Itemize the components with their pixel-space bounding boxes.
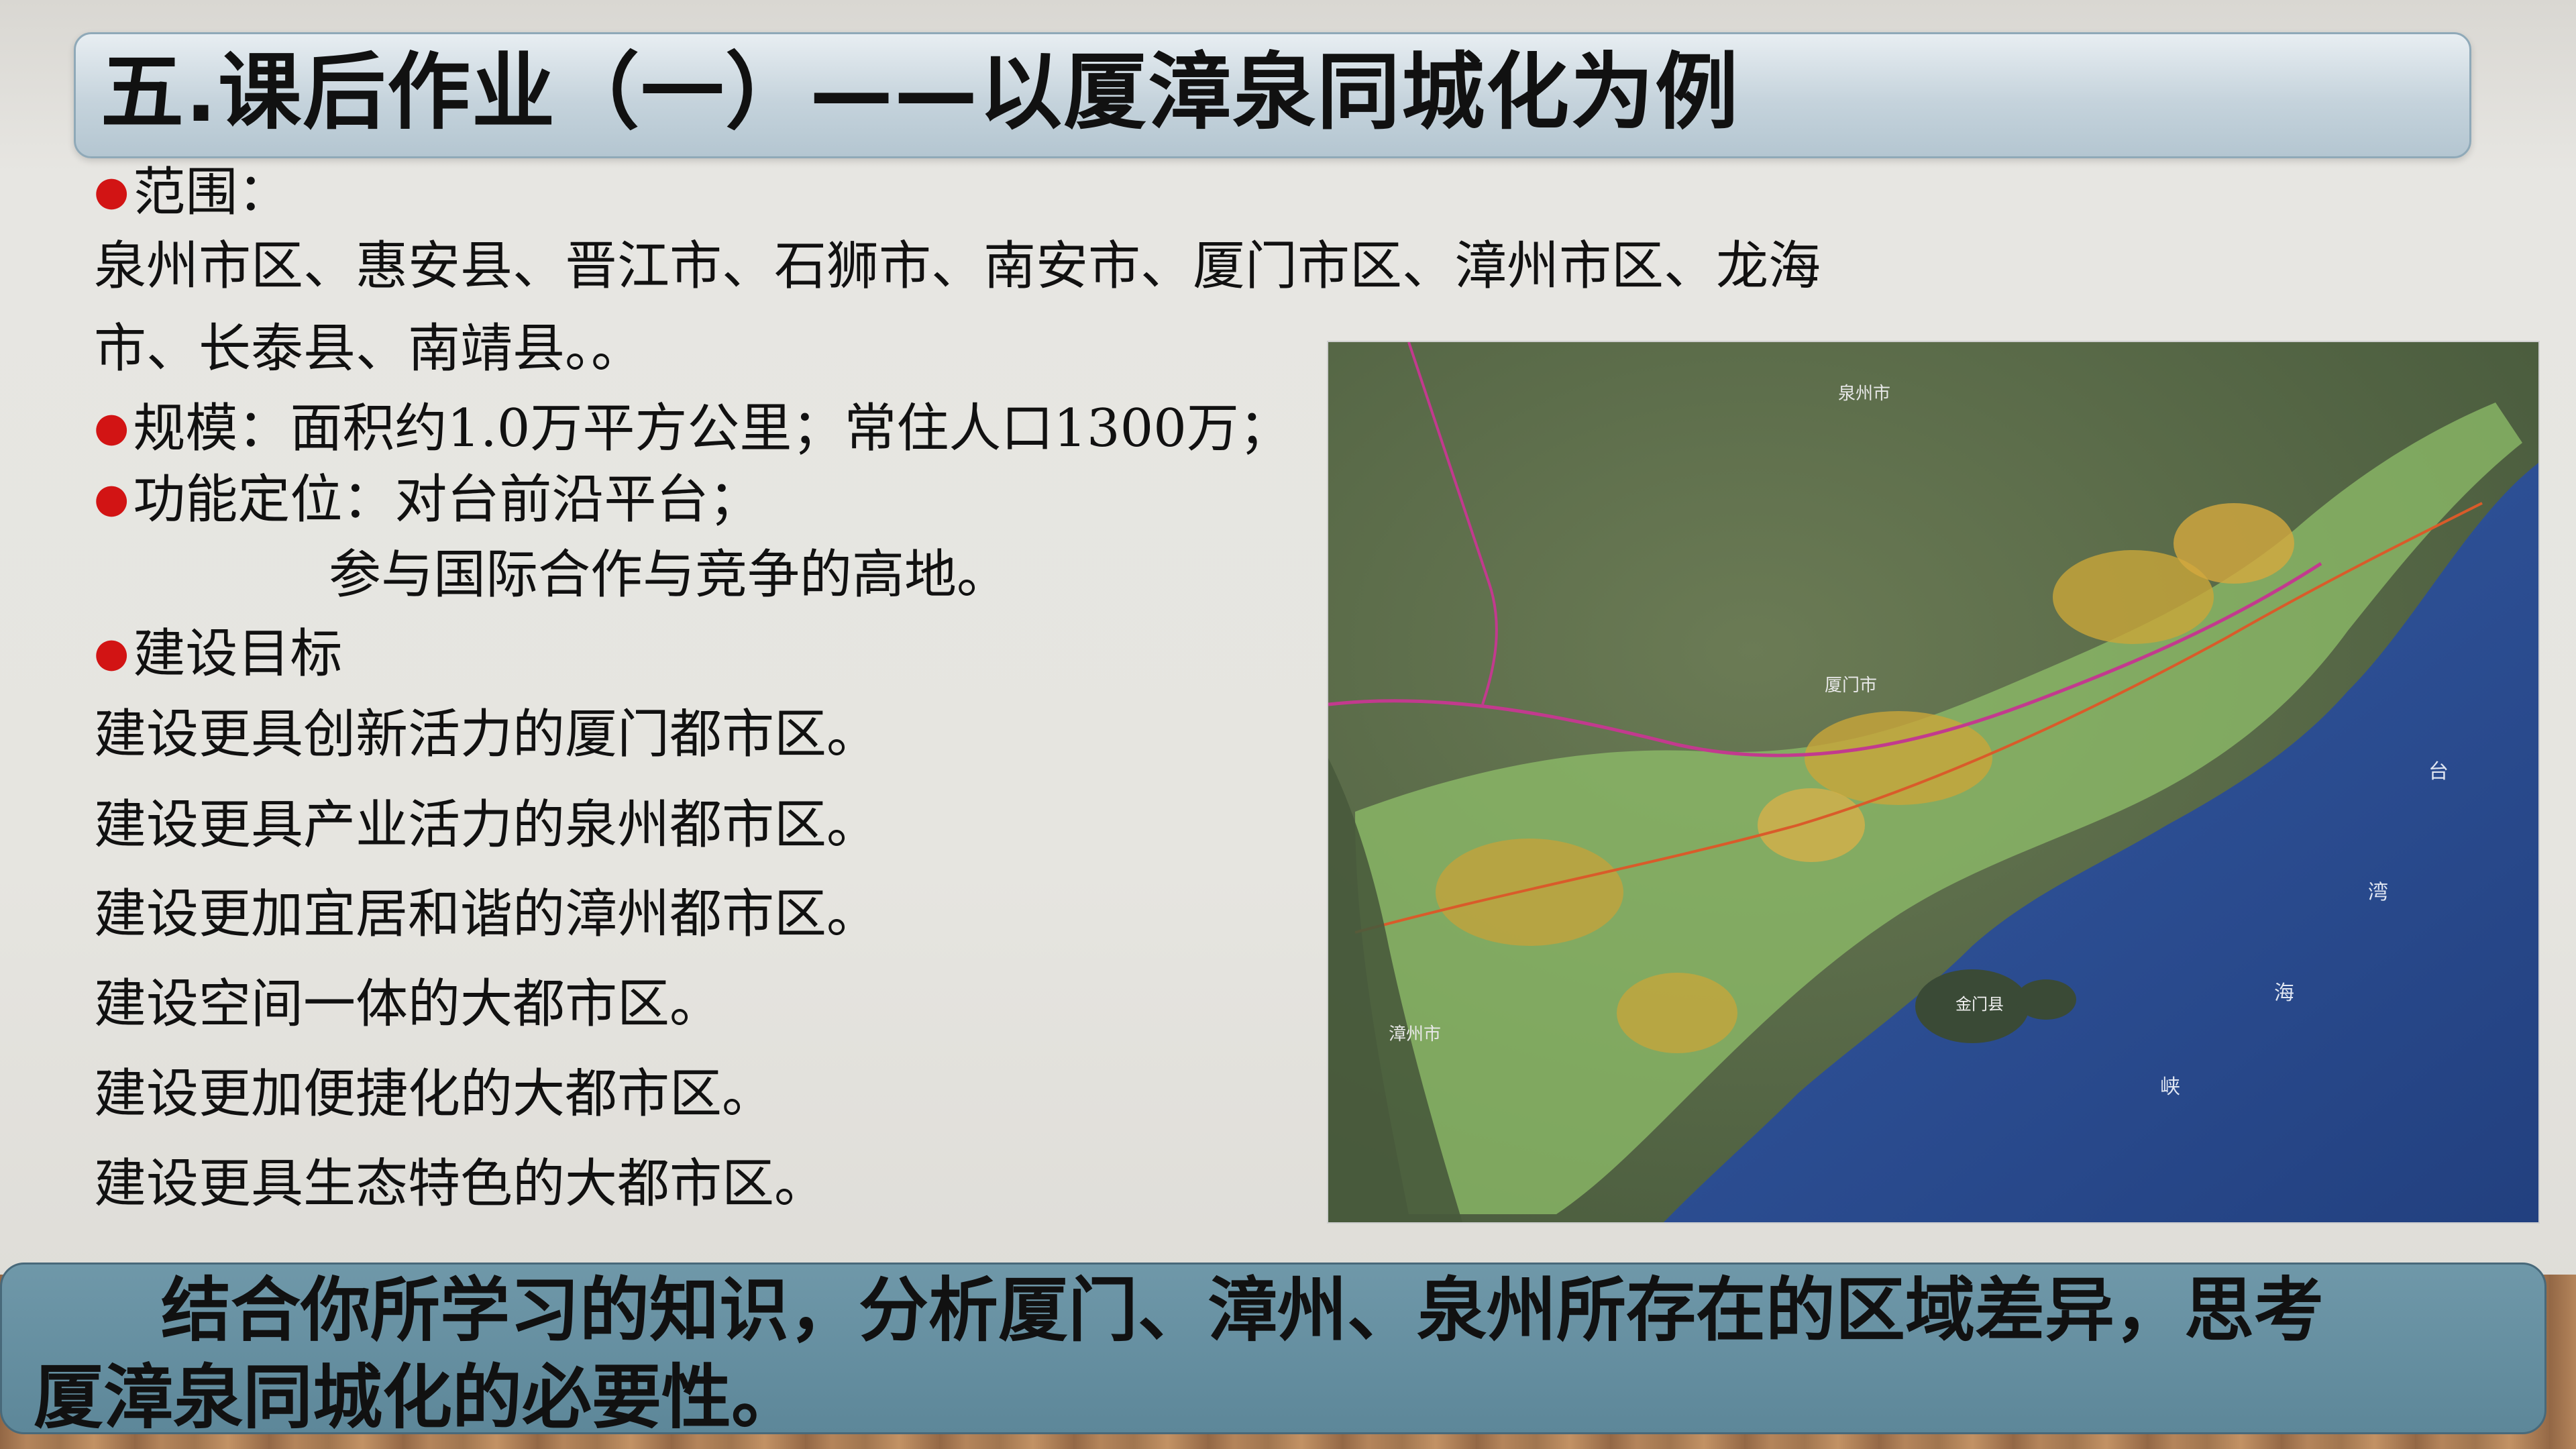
map-label-strait-1: 台 — [2428, 760, 2449, 784]
task-line-1-text: 结合你所学习的知识，分析厦门、漳州、泉州所存在的区域差异，思考 — [161, 1269, 2324, 1351]
function-line-2: 参与国际合作与竞争的高地。 — [329, 545, 1010, 605]
scale-line: ●规模：面积约1.0万平方公里；常住人口1300万； — [94, 394, 1291, 462]
urban-area — [1617, 973, 1737, 1053]
goal-item: 建设更具创新活力的厦门都市区。 — [94, 704, 879, 765]
urban-area — [1758, 788, 1865, 862]
map-label-jinmen: 金门县 — [1955, 995, 2004, 1014]
scope-heading: ●范围： — [94, 158, 290, 226]
goals-heading: ●建设目标 — [94, 619, 342, 688]
bullet-dot-icon: ● — [94, 404, 129, 451]
island — [2016, 979, 2076, 1020]
scale-text: 规模：面积约1.0万平方公里；常住人口1300万； — [133, 398, 1291, 459]
task-line-2: 厦漳泉同城化的必要性。 — [34, 1356, 802, 1438]
map-label-zhangzhou: 漳州市 — [1389, 1024, 1441, 1044]
goal-item: 建设更具产业活力的泉州都市区。 — [94, 795, 879, 855]
scope-line-2: 市、长泰县、南靖县。。 — [94, 319, 644, 379]
task-text: 结合你所学习的知识，分析厦门、漳州、泉州所存在的区域差异，思考 厦漳泉同城化的必… — [34, 1267, 2516, 1441]
goal-item: 建设更加宜居和谐的漳州都市区。 — [94, 884, 879, 945]
scope-label: 范围： — [133, 162, 290, 223]
goal-item: 建设空间一体的大都市区。 — [94, 974, 722, 1034]
bullet-dot-icon: ● — [94, 475, 129, 522]
scope-line-1: 泉州市区、惠安县、晋江市、石狮市、南安市、厦门市区、漳州市区、龙海 — [94, 236, 1821, 297]
map-label-strait-2: 湾 — [2368, 881, 2388, 904]
bullet-dot-icon: ● — [94, 168, 129, 215]
goal-item: 建设更加便捷化的大都市区。 — [94, 1064, 775, 1124]
task-line-1: 结合你所学习的知识，分析厦门、漳州、泉州所存在的区域差异，思考 — [34, 1267, 2516, 1354]
map-label-strait-4: 峡 — [2160, 1075, 2180, 1099]
goals-label: 建设目标 — [133, 624, 343, 684]
map-graphic: 泉州市 厦门市 漳州市 金门县 台 湾 海 峡 — [1328, 342, 2538, 1222]
bullet-dot-icon: ● — [94, 629, 129, 676]
function-line: ●功能定位：对台前沿平台； — [94, 465, 761, 533]
map-label-xiamen: 厦门市 — [1825, 676, 1877, 696]
map-label-quanzhou: 泉州市 — [1838, 384, 1890, 404]
map-label-strait-3: 海 — [2274, 981, 2294, 1005]
urban-area — [1436, 839, 1623, 946]
regional-planning-map: 泉州市 厦门市 漳州市 金门县 台 湾 海 峡 — [1327, 341, 2540, 1224]
goal-item: 建设更具生态特色的大都市区。 — [94, 1154, 827, 1214]
urban-area — [2174, 503, 2294, 584]
page-title: 五.课后作业（一）——以厦漳泉同城化为例 — [101, 44, 1740, 141]
function-text: 功能定位：对台前沿平台； — [133, 470, 761, 530]
